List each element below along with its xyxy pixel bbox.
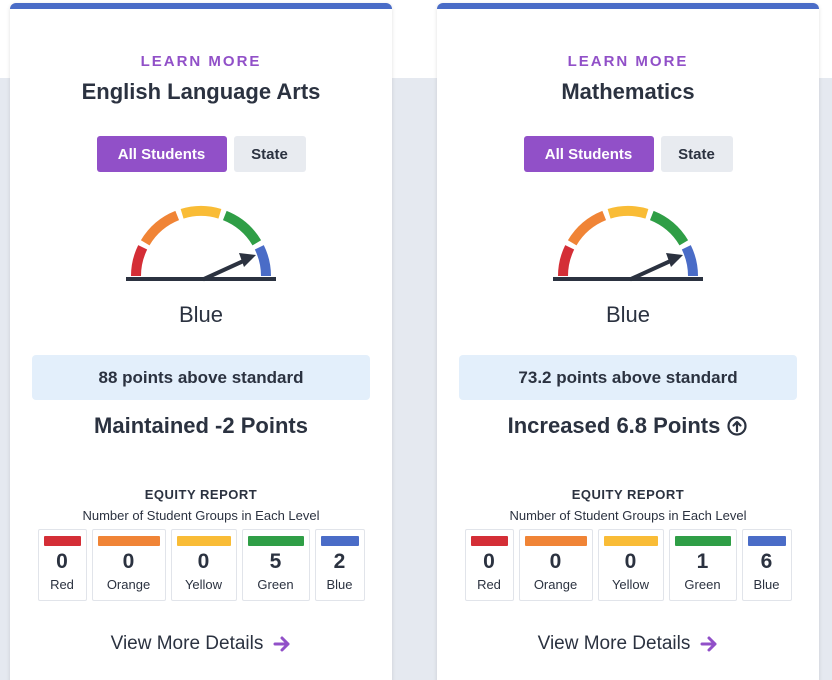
equity-report-title: EQUITY REPORT xyxy=(144,487,258,502)
level-name: Green xyxy=(257,577,294,592)
level-box-red: 0 Red xyxy=(464,529,514,601)
details-link-text: View More Details xyxy=(110,633,264,654)
points-text: 88 points above standard xyxy=(98,367,304,387)
level-name: Yellow xyxy=(184,577,223,592)
level-count: 0 xyxy=(624,550,637,573)
view-more-details-link[interactable]: View More Details xyxy=(437,633,819,655)
arrow-right-icon xyxy=(700,636,717,652)
level-name: Red xyxy=(477,577,501,592)
arrow-right-icon xyxy=(273,636,290,652)
performance-level: Blue xyxy=(605,302,651,327)
level-count: 0 xyxy=(122,550,135,573)
speedometer-gauge-icon xyxy=(126,205,276,281)
level-name: Green xyxy=(684,577,721,592)
level-count: 1 xyxy=(696,550,709,573)
student-group-toggle: All Students State xyxy=(437,136,819,172)
level-box-yellow: 0 Yellow xyxy=(170,529,237,601)
subject-title: English Language Arts xyxy=(81,79,321,104)
orange-level-swatch xyxy=(97,536,160,546)
level-name: Orange xyxy=(533,577,578,592)
learn-more-link[interactable]: LEARN MORE xyxy=(437,53,819,70)
performance-level: Blue xyxy=(178,302,224,327)
change-status: Maintained -2 Points xyxy=(10,413,392,439)
view-more-details-link[interactable]: View More Details xyxy=(10,633,392,655)
red-level-swatch xyxy=(470,536,508,546)
subject-title: Mathematics xyxy=(561,79,695,104)
equity-level-boxes: 0 Red 0 Orange 0 Yellow 1 Green 6 Blue xyxy=(437,529,819,601)
speedometer-gauge-icon xyxy=(553,205,703,281)
level-name: Yellow xyxy=(611,577,650,592)
level-count: 2 xyxy=(333,550,346,573)
green-level-swatch xyxy=(247,536,304,546)
level-count: 0 xyxy=(197,550,210,573)
all-students-button[interactable]: All Students xyxy=(96,136,227,172)
dashboard-card-math: LEARN MORE Mathematics All Students Stat… xyxy=(437,3,819,680)
level-box-orange: 0 Orange xyxy=(518,529,593,601)
level-box-blue: 6 Blue xyxy=(741,529,792,601)
red-level-swatch xyxy=(43,536,81,546)
orange-level-swatch xyxy=(524,536,587,546)
learn-more-link[interactable]: LEARN MORE xyxy=(10,53,392,70)
points-above-standard: 73.2 points above standard xyxy=(459,355,797,400)
green-level-swatch xyxy=(674,536,731,546)
yellow-level-swatch xyxy=(603,536,658,546)
dashboard-card-ela: LEARN MORE English Language Arts All Stu… xyxy=(10,3,392,680)
arrow-up-circle-icon xyxy=(727,416,747,436)
level-box-orange: 0 Orange xyxy=(91,529,166,601)
points-text: 73.2 points above standard xyxy=(518,367,738,387)
change-text: Increased 6.8 Points xyxy=(507,413,721,438)
state-button[interactable]: State xyxy=(233,136,306,172)
level-box-green: 5 Green xyxy=(241,529,310,601)
student-group-toggle: All Students State xyxy=(10,136,392,172)
blue-level-swatch xyxy=(747,536,786,546)
level-count: 6 xyxy=(760,550,773,573)
level-count: 0 xyxy=(483,550,495,573)
level-box-yellow: 0 Yellow xyxy=(597,529,664,601)
level-box-red: 0 Red xyxy=(37,529,87,601)
yellow-level-swatch xyxy=(176,536,231,546)
equity-report-subtitle: Number of Student Groups in Each Level xyxy=(82,508,320,523)
equity-report-title: EQUITY REPORT xyxy=(571,487,685,502)
equity-level-boxes: 0 Red 0 Orange 0 Yellow 5 Green 2 Blue xyxy=(10,529,392,601)
level-name: Red xyxy=(50,577,74,592)
level-box-green: 1 Green xyxy=(668,529,737,601)
details-link-text: View More Details xyxy=(537,633,691,654)
change-text: Maintained -2 Points xyxy=(94,413,308,438)
level-count: 5 xyxy=(269,550,282,573)
level-count: 0 xyxy=(56,550,68,573)
level-count: 0 xyxy=(549,550,562,573)
level-name: Blue xyxy=(753,577,780,592)
change-status: Increased 6.8 Points xyxy=(437,413,819,439)
blue-level-swatch xyxy=(320,536,359,546)
level-name: Orange xyxy=(106,577,151,592)
state-button[interactable]: State xyxy=(660,136,733,172)
level-name: Blue xyxy=(326,577,353,592)
level-box-blue: 2 Blue xyxy=(314,529,365,601)
equity-report-subtitle: Number of Student Groups in Each Level xyxy=(509,508,747,523)
points-above-standard: 88 points above standard xyxy=(32,355,370,400)
all-students-button[interactable]: All Students xyxy=(523,136,654,172)
